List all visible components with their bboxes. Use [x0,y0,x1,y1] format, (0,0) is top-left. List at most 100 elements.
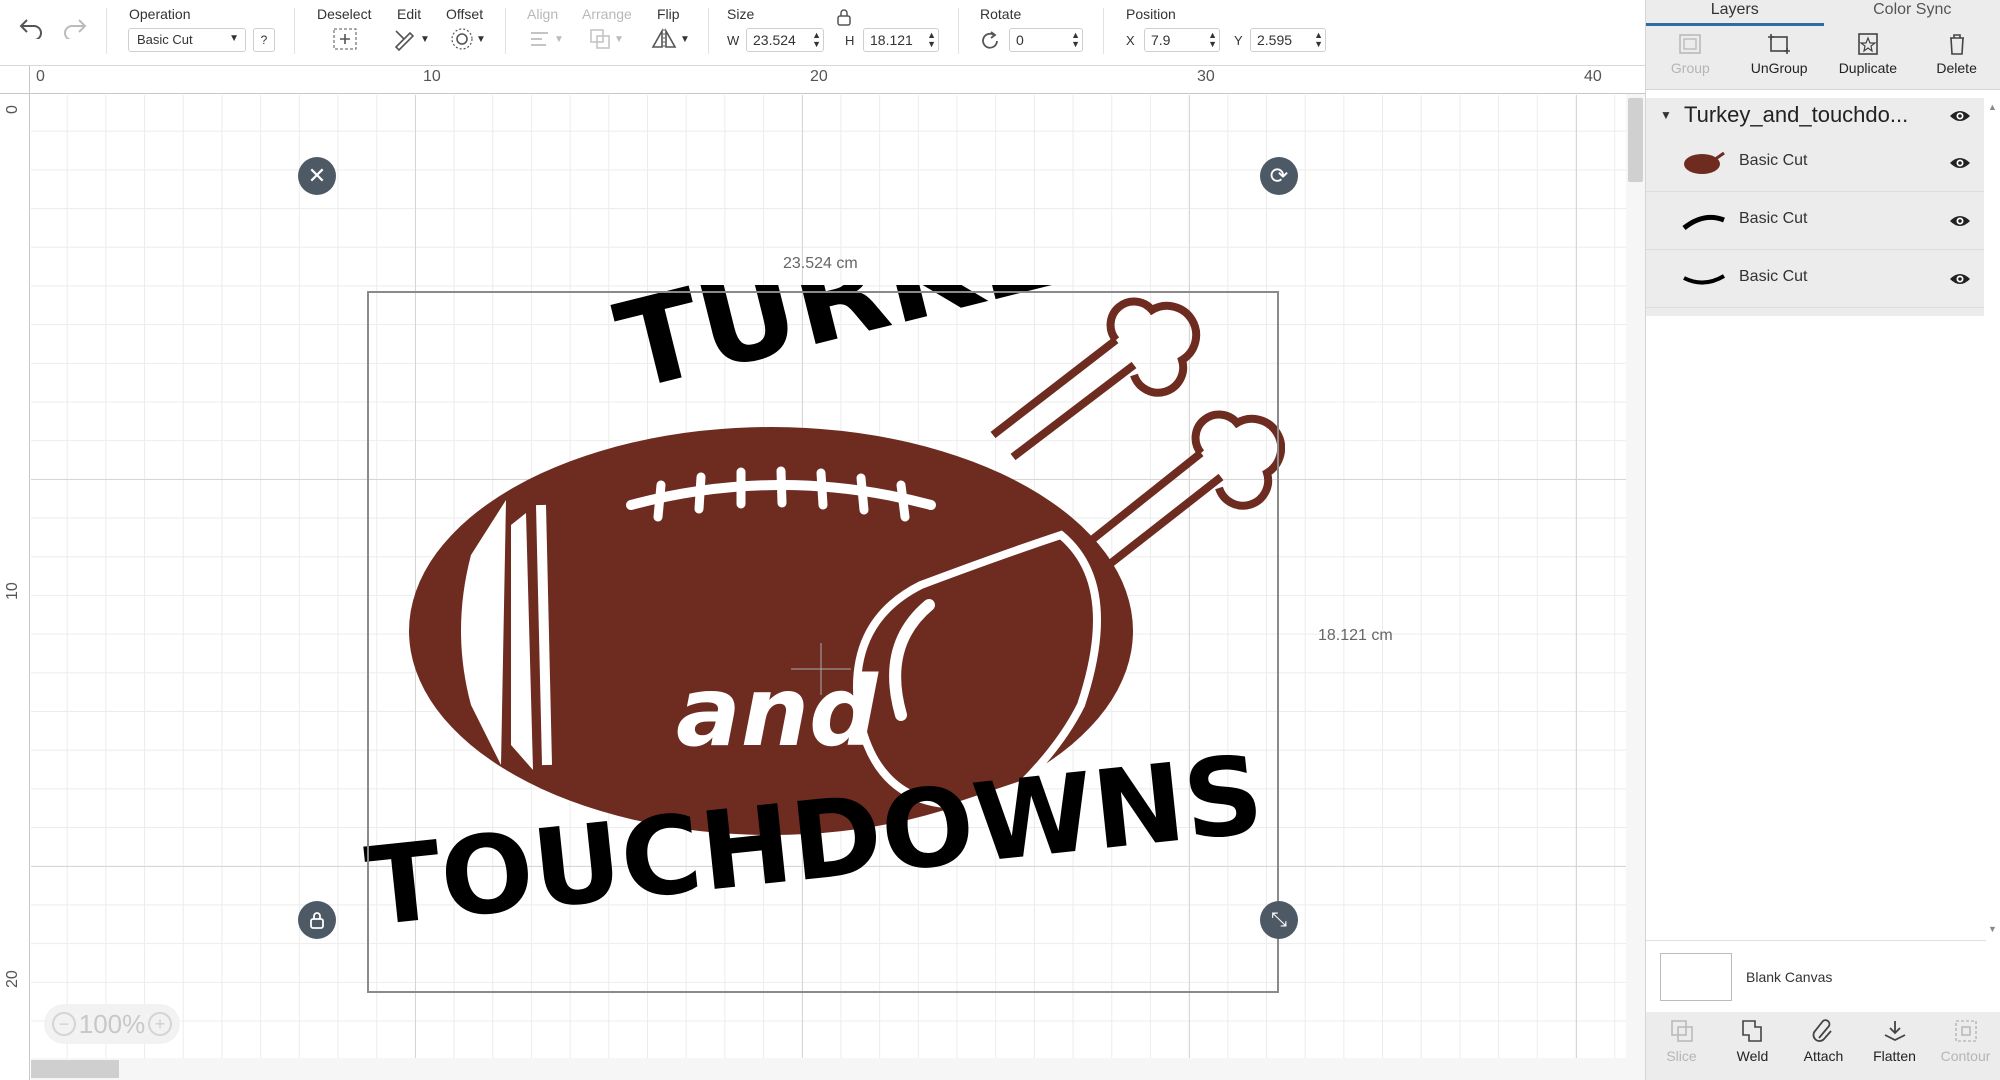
resize-handle[interactable]: ⤡ [1260,901,1298,939]
ruler-tick: 10 [4,582,21,600]
zoom-control: − 100% + [44,1004,180,1044]
weld-button[interactable]: Weld [1717,1012,1788,1080]
blank-canvas-swatch[interactable] [1660,953,1732,1001]
toolbar-divider [958,8,959,54]
scrollbar-thumb[interactable] [1628,98,1643,182]
flip-icon [651,27,677,49]
layer-row[interactable]: Basic Cut [1646,134,1986,192]
slice-icon [1670,1020,1693,1042]
rotate-value: 0 [1016,32,1024,48]
offset-icon [451,28,473,50]
undo-icon[interactable] [16,14,46,42]
stepper-icon[interactable]: ▲ ▼ [1071,31,1080,49]
chevron-down-icon: ▼ [614,33,624,45]
edit-button[interactable]: ▼ [392,26,430,52]
top-toolbar: Operation Basic Cut ▼ ? Deselect Edit ▼ … [0,0,1645,66]
operation-select[interactable]: Basic Cut ▼ [128,28,246,52]
ruler-tick: 0 [4,105,21,114]
height-label: H [845,33,855,48]
slice-button[interactable]: Slice [1646,1012,1717,1080]
eye-icon[interactable] [1949,213,1971,229]
contour-label: Contour [1940,1048,1991,1064]
layer-actions-bar: Group UnGroup Duplicate Delete [1646,26,2000,90]
group-icon [1679,34,1702,54]
tab-layers[interactable]: Layers [1646,0,1824,26]
stepper-icon[interactable]: ▲ ▼ [812,31,821,49]
chevron-down-icon: ▼ [229,33,239,44]
arrange-button[interactable]: ▼ [588,26,624,52]
scroll-up-icon[interactable]: ▲ [1988,102,1997,112]
size-label: Size [727,6,755,22]
offset-button[interactable]: ▼ [450,26,486,52]
ungroup-icon [1768,34,1791,54]
flatten-button[interactable]: Flatten [1859,1012,1930,1080]
align-icon [531,32,548,46]
zoom-in-button[interactable]: + [148,1012,172,1036]
weld-icon [1741,1020,1762,1042]
chevron-down-icon: ▼ [420,33,430,45]
deselect-label: Deselect [317,6,372,22]
duplicate-button[interactable]: Duplicate [1824,26,1913,89]
operation-help-button[interactable]: ? [253,28,275,52]
attach-button[interactable]: Attach [1788,1012,1859,1080]
blank-canvas-row[interactable]: Blank Canvas [1646,940,1986,1012]
tab-color-sync[interactable]: Color Sync [1824,0,2000,26]
lock-icon[interactable] [836,8,852,31]
flatten-icon [1884,1021,1905,1042]
layer-row[interactable]: Basic Cut [1646,192,1986,250]
delete-handle[interactable]: ✕ [298,157,336,195]
flip-button[interactable]: ▼ [650,26,690,52]
duplicate-label: Duplicate [1838,60,1898,76]
arrange-label: Arrange [582,6,632,22]
toolbar-divider [708,8,709,54]
toolbar-divider [106,8,107,54]
scroll-down-icon[interactable]: ▼ [1988,924,1997,934]
position-x-input[interactable]: 7.9 ▲ ▼ [1144,28,1220,52]
design-canvas[interactable]: 23.524 cm 18.121 cm TURKEY and TOUCHDOWN… [31,95,1626,1070]
rotate-input[interactable]: 0 ▲ ▼ [1009,28,1083,52]
lock-proportion-handle[interactable] [298,901,336,939]
align-button[interactable]: ▼ [528,26,564,52]
toolbar-divider [294,8,295,54]
operation-label: Operation [129,6,191,22]
height-input[interactable]: 18.121 ▲ ▼ [863,28,939,52]
chevron-down-icon[interactable]: ▼ [1660,108,1672,122]
operation-value: Basic Cut [137,32,193,47]
redo-icon[interactable] [60,14,90,42]
rotate-handle[interactable]: ⟳ [1260,157,1298,195]
eye-icon[interactable] [1949,155,1971,171]
contour-button[interactable]: Contour [1930,1012,2000,1080]
layer-name: Basic Cut [1739,210,1808,227]
offset-label: Offset [446,6,484,22]
horizontal-scrollbar[interactable] [31,1058,1626,1080]
selection-bounding-box[interactable] [367,291,1279,993]
lock-icon [310,912,324,929]
stepper-icon[interactable]: ▲ ▼ [927,31,936,49]
layer-group-name: Turkey_and_touchdo... [1684,102,1909,127]
layer-name: Basic Cut [1739,268,1808,285]
layer-group-row[interactable]: ▼ Turkey_and_touchdo... [1646,98,1986,134]
zoom-out-button[interactable]: − [52,1012,76,1036]
delete-button[interactable]: Delete [1912,26,2000,89]
ungroup-button[interactable]: UnGroup [1735,26,1824,89]
eye-icon[interactable] [1949,271,1971,287]
panel-scrollbar[interactable]: ▲ ▼ [1984,98,2000,938]
layer-thumbnail [1684,151,1725,174]
duplicate-icon [1858,33,1878,55]
eye-icon[interactable] [1949,108,1971,124]
vertical-scrollbar[interactable] [1626,94,1645,1080]
ruler-top: 0 10 20 30 40 [30,66,1645,94]
width-input[interactable]: 23.524 ▲ ▼ [746,28,824,52]
layer-thumbnail [1682,214,1725,230]
scrollbar-thumb[interactable] [31,1060,119,1078]
group-button[interactable]: Group [1646,26,1735,89]
deselect-icon [333,28,357,50]
stepper-icon[interactable]: ▲ ▼ [1208,31,1217,49]
stepper-icon[interactable]: ▲ ▼ [1314,31,1323,49]
deselect-button[interactable] [332,26,358,52]
ruler-left: 0 10 20 [0,94,30,1080]
position-y-input[interactable]: 2.595 ▲ ▼ [1250,28,1326,52]
bottom-actions-bar: Slice Weld Attach Flatten Contour [1646,1012,2000,1080]
layer-row[interactable]: Basic Cut [1646,250,1986,308]
position-label: Position [1126,6,1176,22]
